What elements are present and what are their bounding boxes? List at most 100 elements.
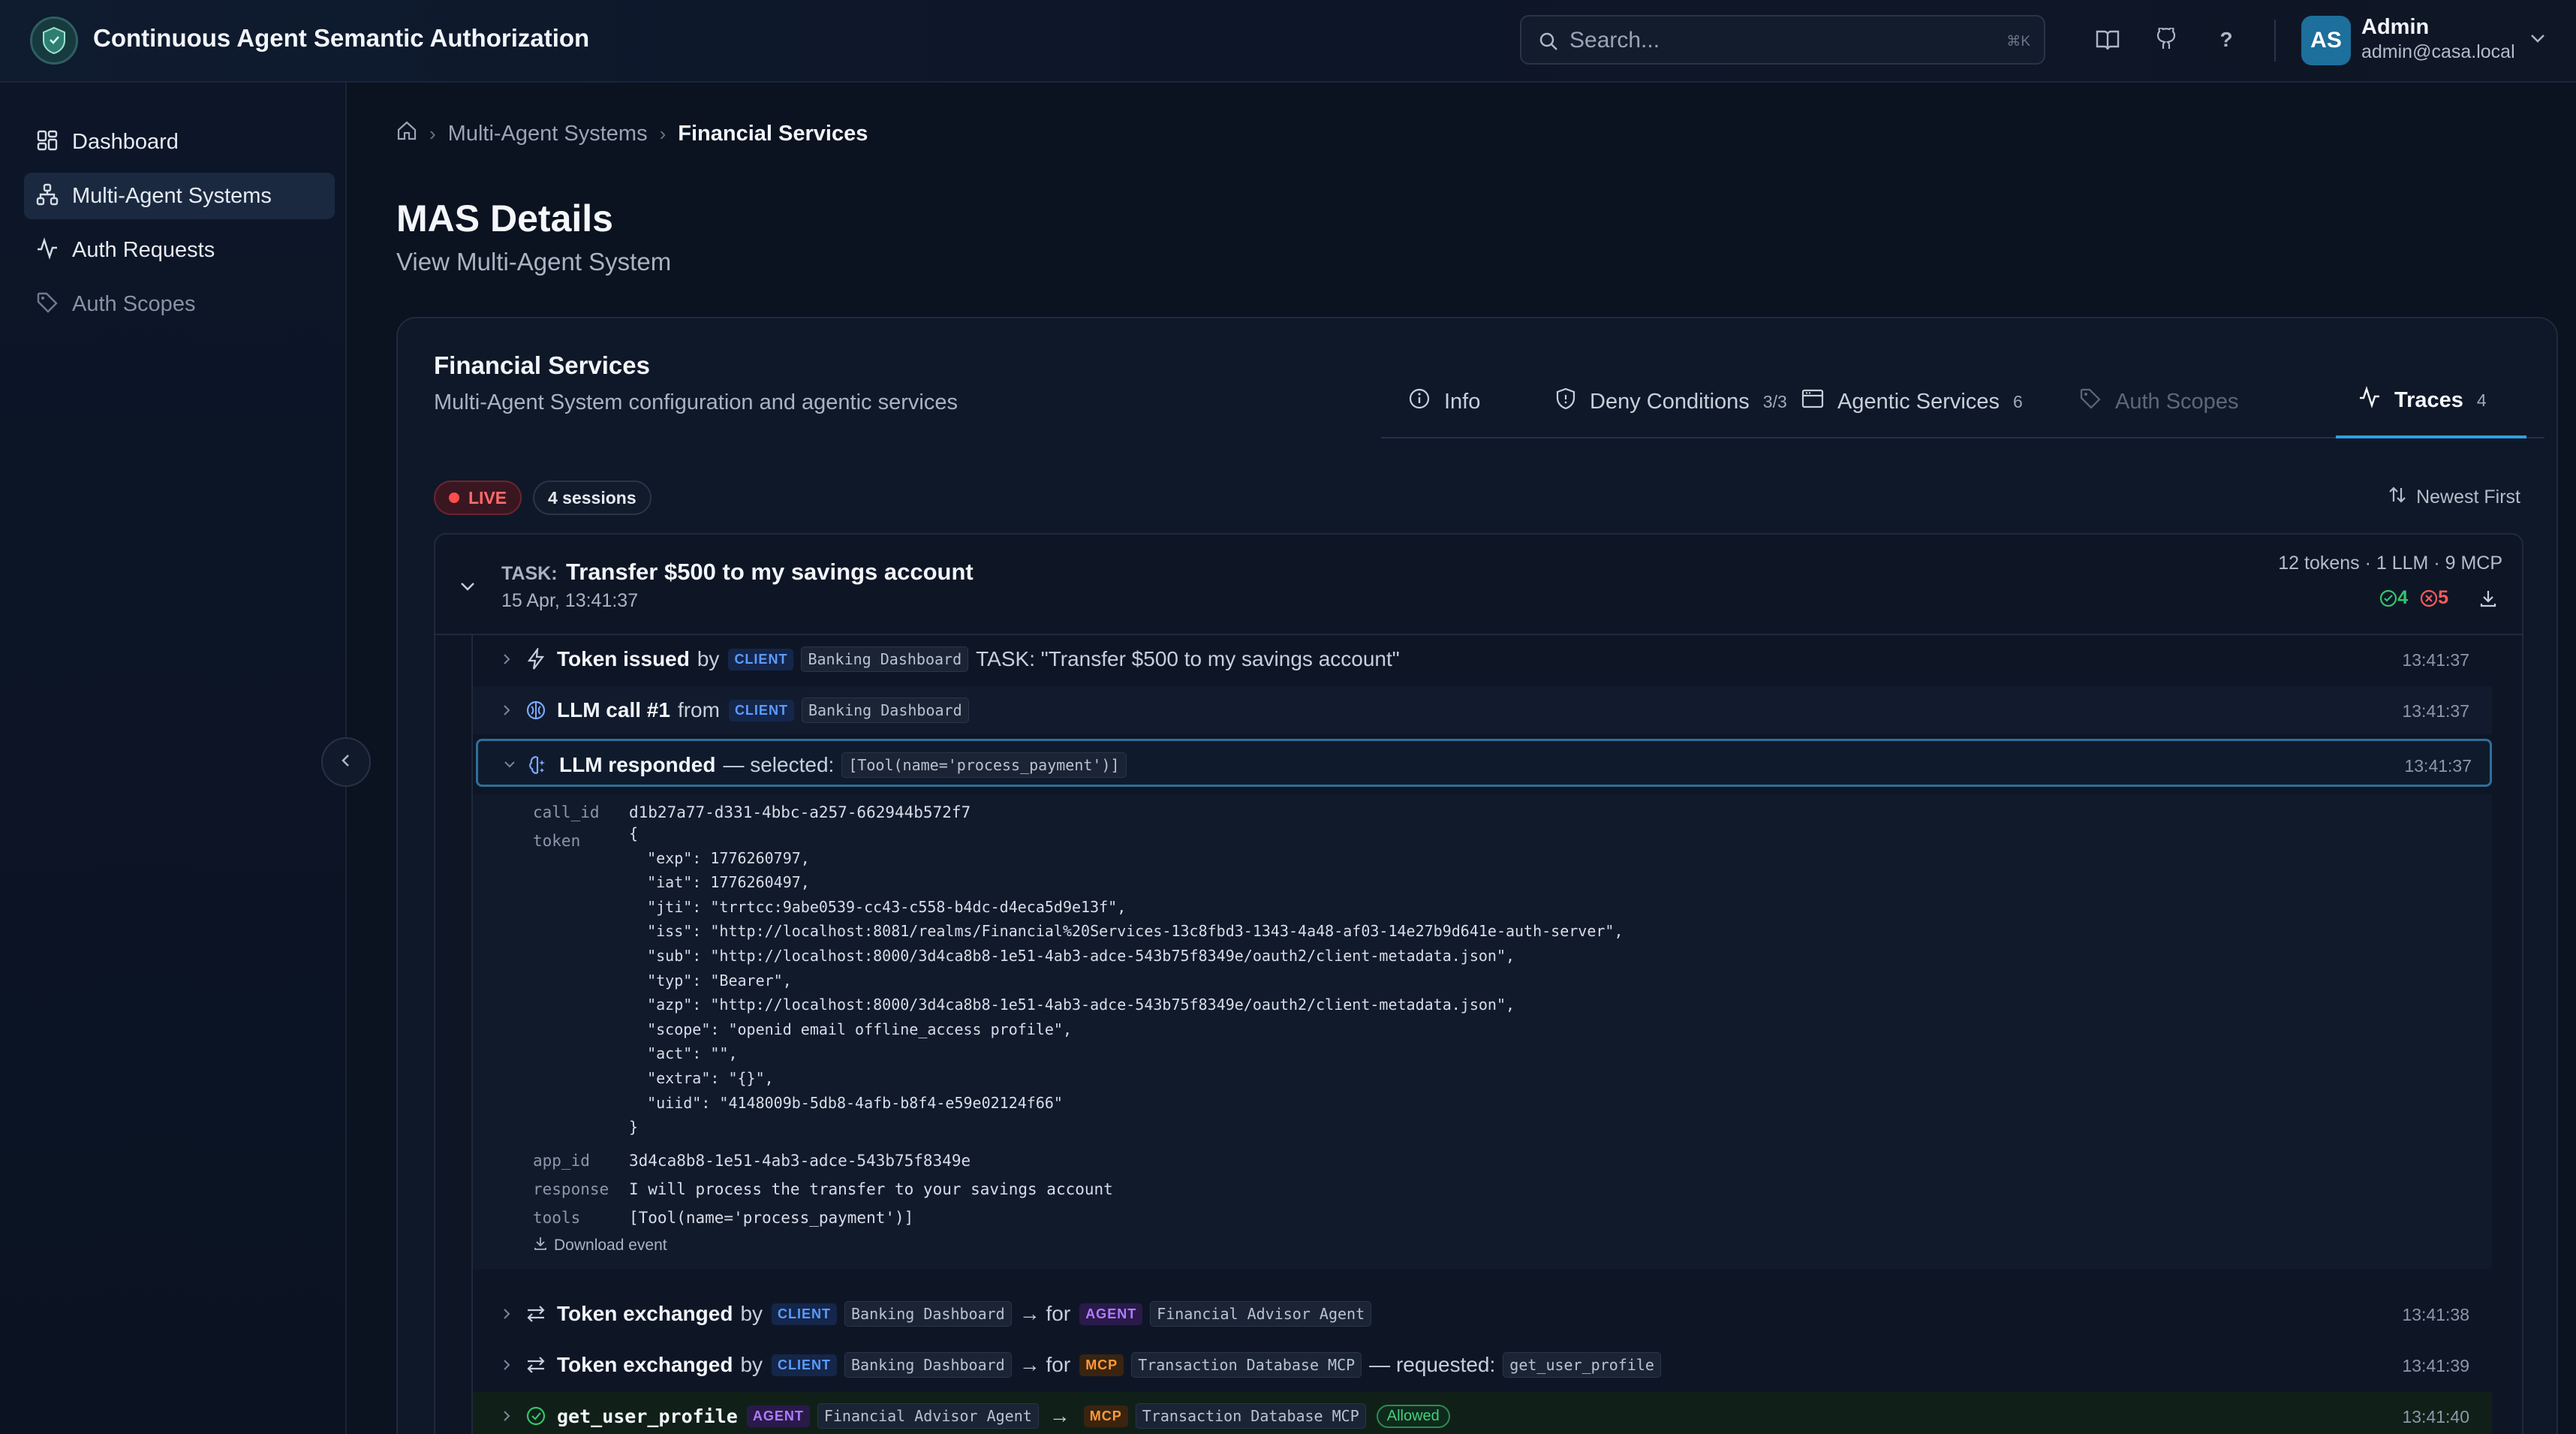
client-badge: CLIENT [728, 699, 794, 722]
tab-auth-scopes[interactable]: Auth Scopes [2079, 365, 2238, 438]
sidebar-item-auth-requests[interactable]: Auth Requests [24, 227, 335, 273]
home-icon[interactable] [396, 120, 417, 147]
event-row[interactable]: LLM call #1 from CLIENT Banking Dashboar… [473, 686, 2492, 734]
breadcrumb: › Multi-Agent Systems › Financial Servic… [396, 120, 868, 147]
breadcrumb-current: Financial Services [678, 121, 868, 146]
page-subtitle: View Multi-Agent System [396, 248, 672, 276]
card-title: Financial Services [434, 351, 650, 379]
check-circle-icon [525, 1405, 546, 1431]
event-task: TASK: "Transfer $500 to my savings accou… [976, 647, 1400, 670]
chevron-left-icon [338, 752, 354, 773]
event-time: 13:41:37 [2402, 650, 2469, 670]
detail-call-id: d1b27a77-d331-4bbc-a257-662944b572f7 [629, 803, 971, 821]
chevron-right-icon[interactable] [500, 1357, 513, 1376]
help-icon[interactable]: ? [2211, 25, 2241, 55]
detail-key: tools [533, 1209, 581, 1227]
session-header[interactable]: TASK: Transfer $500 to my savings accoun… [435, 535, 2522, 635]
chevron-right-icon[interactable] [500, 652, 513, 670]
tab-deny-conditions[interactable]: Deny Conditions 3/3 [1555, 365, 1787, 438]
chevron-down-icon[interactable] [458, 577, 477, 600]
lightning-icon [525, 646, 546, 674]
search-icon [1538, 31, 1559, 56]
event-by: by [740, 1353, 763, 1376]
breadcrumb-item[interactable]: Multi-Agent Systems [448, 122, 648, 146]
event-row[interactable]: Token issued by CLIENT Banking Dashboard… [473, 635, 2492, 683]
sidebar-item-dashboard[interactable]: Dashboard [24, 119, 335, 165]
docs-book-icon[interactable] [2093, 25, 2123, 55]
session-counts: 4 5 [2379, 587, 2498, 609]
sort-button[interactable]: Newest First [2388, 485, 2520, 510]
chevron-down-icon[interactable] [2528, 29, 2547, 52]
detail-key: app_id [533, 1152, 590, 1170]
exchange-icon [525, 1354, 546, 1380]
exchange-icon [525, 1303, 546, 1329]
tool-call-name: get_user_profile [557, 1405, 738, 1427]
event-row[interactable]: get_user_profile AGENT Financial Advisor… [473, 1392, 2492, 1434]
sidebar-item-label: Auth Scopes [72, 291, 196, 316]
agent-name-chip: Financial Advisor Agent [1150, 1301, 1372, 1327]
event-title: Token exchanged [557, 1302, 733, 1325]
sidebar-item-label: Auth Requests [72, 237, 215, 262]
download-icon[interactable] [2478, 589, 2498, 608]
chevron-right-icon[interactable] [500, 1408, 513, 1427]
brain-sparkle-icon [528, 754, 549, 780]
activity-icon [36, 236, 59, 264]
user-email: admin@casa.local [2361, 41, 2515, 62]
app-logo-icon[interactable] [30, 17, 78, 65]
tab-label: Auth Scopes [2115, 389, 2239, 414]
chevron-right-icon[interactable] [500, 703, 513, 722]
sidebar-item-auth-scopes[interactable]: Auth Scopes [24, 281, 335, 327]
detail-response: I will process the transfer to your savi… [629, 1180, 1113, 1198]
top-bar: Continuous Agent Semantic Authorization … [0, 0, 2576, 83]
tag-icon [36, 291, 59, 318]
header-divider [2274, 20, 2276, 62]
live-dot-icon [449, 493, 459, 503]
event-for: → for [1019, 1353, 1071, 1376]
event-time: 13:41:39 [2402, 1356, 2469, 1375]
window-icon [1801, 388, 1824, 415]
detail-app-id: 3d4ca8b8-1e51-4ab3-adce-543b75f8349e [629, 1152, 971, 1170]
shield-icon [1555, 387, 1576, 416]
mcp-name-chip: Transaction Database MCP [1135, 1403, 1366, 1429]
search-input[interactable] [1569, 26, 1960, 56]
detail-key: response [533, 1180, 609, 1198]
event-time: 13:41:37 [2404, 756, 2472, 776]
event-requested: — requested: [1369, 1353, 1496, 1376]
tab-label: Agentic Services [1837, 389, 2000, 414]
tab-traces[interactable]: Traces 4 [2336, 365, 2526, 438]
event-time: 13:41:40 [2402, 1407, 2469, 1426]
network-icon [36, 183, 59, 209]
page-title: MAS Details [396, 197, 613, 240]
event-title: LLM call #1 [557, 698, 670, 722]
sidebar-item-multi-agent-systems[interactable]: Multi-Agent Systems [24, 173, 335, 219]
allowed-count: 4 [2379, 587, 2408, 609]
mcp-badge: MCP [1083, 1405, 1128, 1427]
sidebar-collapse-button[interactable] [321, 737, 371, 787]
event-row-selected[interactable]: LLM responded — selected: [Tool(name='pr… [476, 739, 2492, 787]
event-detail-panel: call_id d1b27a77-d331-4bbc-a257-662944b5… [473, 794, 2492, 1269]
sessions-badge: 4 sessions [533, 481, 652, 515]
trace-session: TASK: Transfer $500 to my savings accoun… [434, 533, 2523, 1434]
event-time: 13:41:38 [2402, 1305, 2469, 1324]
github-icon[interactable] [2151, 25, 2181, 55]
event-row[interactable]: Token exchanged by CLIENT Banking Dashbo… [473, 1290, 2492, 1338]
download-event-button[interactable]: Download event [533, 1236, 667, 1255]
activity-icon [2358, 386, 2381, 414]
event-by: by [697, 647, 720, 670]
sidebar-item-label: Multi-Agent Systems [72, 183, 272, 208]
event-row[interactable]: Token exchanged by CLIENT Banking Dashbo… [473, 1341, 2492, 1389]
avatar[interactable]: AS [2301, 16, 2351, 65]
event-title: Token issued [557, 647, 690, 670]
chevron-down-icon[interactable] [502, 758, 517, 775]
event-list: Token issued by CLIENT Banking Dashboard… [471, 635, 2522, 1434]
user-name[interactable]: Admin [2361, 15, 2429, 40]
mas-card: Financial Services Multi-Agent System co… [396, 317, 2558, 1434]
mcp-name-chip: Transaction Database MCP [1131, 1352, 1362, 1378]
tab-info[interactable]: Info [1408, 365, 1480, 438]
chevron-right-icon[interactable] [500, 1306, 513, 1325]
denied-count: 5 [2420, 587, 2448, 609]
tag-icon [2079, 387, 2102, 416]
tab-agentic-services[interactable]: Agentic Services 6 [1801, 365, 2023, 438]
search-box[interactable]: ⌘K [1520, 15, 2045, 65]
event-title: LLM responded [559, 753, 716, 776]
